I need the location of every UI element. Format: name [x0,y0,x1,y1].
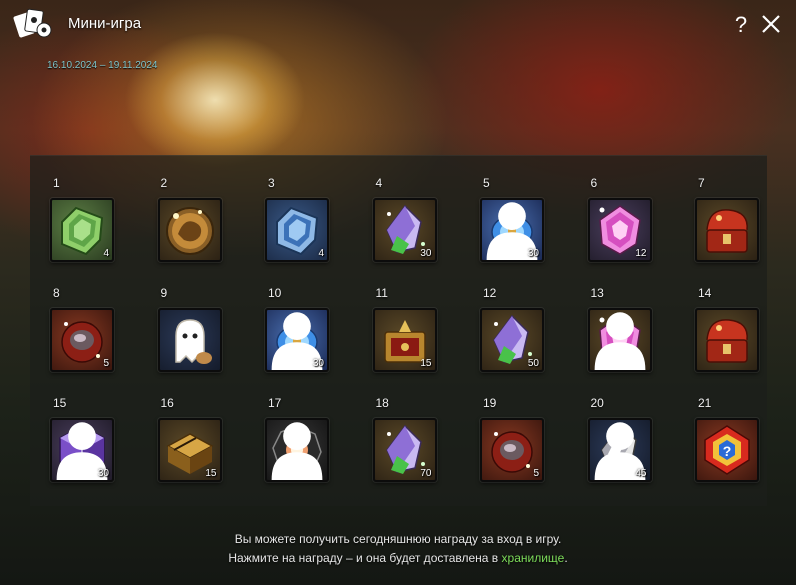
day-number: 8 [53,286,60,300]
ghost-cookie-icon [174,319,212,364]
day-number: 20 [590,396,604,410]
reward-item[interactable]: 4 [50,198,114,262]
day-number: 9 [160,286,168,300]
instruction-line-2: Нажмите на награду – и она будет доставл… [0,551,796,565]
reward-day-18: 18 70 [372,396,446,488]
reward-quantity: 15 [205,468,217,479]
reward-day-5: 5 30 [480,176,553,268]
reward-item[interactable]: 70 [372,418,437,482]
reward-item[interactable]: 12 [587,198,652,262]
reward-item[interactable]: 45 [587,418,652,482]
reward-day-17: 17 [265,396,338,488]
day-number: 5 [483,176,490,190]
reward-quantity: 30 [312,358,324,369]
instruction-text: Нажмите на награду – и она будет доставл… [228,551,502,565]
day-number: 17 [268,396,282,410]
reward-day-7: 7 [695,176,768,268]
day-number: 11 [375,286,388,300]
reward-item[interactable]: 30 [50,418,114,482]
reward-quantity: 70 [420,468,432,479]
reward-item[interactable] [587,308,652,372]
rewards-grid: 1 4 2 3 4 4 30 5 30 6 12 7 8 5 9 10 30 11 15 12 50 13 14 15 30 16… [30,155,767,506]
reward-day-19: 19 5 [480,396,553,488]
day-number: 4 [375,176,383,190]
header-bar: Мини-игра ? 16.10.2024 – 19.11.2024 [0,0,796,71]
day-number: 14 [698,286,712,300]
reward-quantity: 30 [420,248,432,259]
reward-day-16: 16 15 [157,396,231,488]
reward-day-1: 14 [50,176,123,268]
reward-item[interactable] [265,418,329,482]
day-number: 6 [590,176,598,190]
reward-quantity: 4 [318,248,324,259]
reward-item[interactable]: 30 [480,198,544,262]
reward-item[interactable]: 15 [372,308,437,372]
instruction-line-1: Вы можете получить сегодняшнюю награду з… [234,532,562,546]
reward-day-9: 9 [157,286,231,378]
day-number: 18 [375,396,389,410]
day-number: 2 [160,176,168,190]
reward-item[interactable] [157,198,222,262]
reward-quantity: 5 [533,468,539,479]
reward-quantity: 30 [97,468,109,479]
reward-item[interactable]: 30 [372,198,437,262]
instruction-period: . [564,551,568,565]
reward-item[interactable]: 4 [265,198,329,262]
reward-day-8: 85 [50,286,123,378]
reward-day-11: 11 15 [372,286,446,378]
day-number: 21 [698,396,712,410]
day-number: 10 [268,286,282,300]
reward-quantity: 12 [635,248,647,259]
day-number: 15 [53,396,67,410]
reward-item[interactable]: 5 [50,308,114,372]
day-number: 3 [268,176,275,190]
reward-quantity: 5 [103,358,109,369]
event-dates: 16.10.2024 – 19.11.2024 [47,60,158,71]
storage-link[interactable]: хранилище [502,551,565,565]
help-button[interactable]: ? [731,12,751,38]
day-number: 7 [698,176,705,190]
day-number: 12 [483,286,497,300]
dragon-chest-icon [706,209,748,253]
minigame-logo-icon [13,8,52,38]
personal-reward-icon [594,312,645,370]
reward-item[interactable]: 15 [157,418,222,482]
dragon-chest-icon [706,319,748,363]
svg-text:?: ? [723,443,732,459]
reward-day-3: 34 [265,176,338,268]
reward-quantity: 4 [103,248,109,259]
reward-day-13: 13 [587,286,661,378]
reward-day-2: 2 [157,176,231,268]
reward-item[interactable] [695,308,759,372]
reward-item[interactable] [157,308,222,372]
reward-day-15: 15 30 [50,396,123,488]
page-title: Мини-игра [68,15,142,32]
reward-quantity: 15 [420,358,432,369]
reward-day-12: 12 50 [480,286,553,378]
reward-day-10: 10 30 [265,286,338,378]
reward-day-20: 20 45 [587,396,661,488]
day-number: 16 [160,396,174,410]
reward-quantity: 50 [527,358,539,369]
reward-day-21: 21? [695,396,768,488]
close-icon[interactable] [759,12,783,36]
personal-reward-icon [271,422,323,480]
day-number: 19 [483,396,497,410]
day-number: 13 [590,286,604,300]
dragon-coin-icon [165,207,214,255]
reward-quantity: 45 [635,468,647,479]
day-number: 1 [53,176,60,190]
mystery-box-icon: ? [704,425,750,475]
reward-day-14: 14 [695,286,768,378]
reward-day-6: 6 12 [587,176,661,268]
reward-item[interactable]: 50 [480,308,544,372]
reward-item[interactable]: 5 [480,418,544,482]
reward-item[interactable]: 30 [265,308,329,372]
reward-quantity: 30 [527,248,539,259]
reward-item[interactable] [695,198,759,262]
reward-day-4: 4 30 [372,176,446,268]
reward-item[interactable]: ? [695,418,759,482]
